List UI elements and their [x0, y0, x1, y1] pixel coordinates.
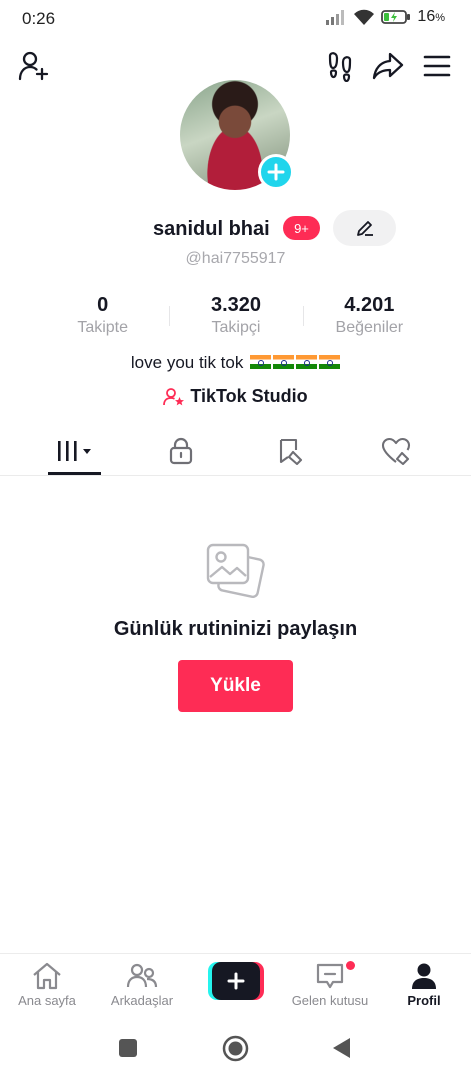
upload-button[interactable]: Yükle	[178, 660, 293, 712]
pencil-icon	[356, 221, 373, 236]
stat-value: 4.201	[344, 294, 395, 316]
menu-button[interactable]	[419, 48, 455, 84]
bottom-navigation: Ana sayfa Arkadaşlar Gelen kutusu Profil	[0, 953, 471, 1019]
stat-value: 0	[97, 294, 109, 316]
tab-liked[interactable]	[366, 426, 426, 476]
plus-icon	[227, 972, 245, 990]
battery-icon	[381, 10, 411, 24]
inbox-icon	[316, 963, 344, 989]
tab-private[interactable]	[151, 426, 211, 476]
stat-followers[interactable]: 3.320 Takipçi	[169, 294, 302, 342]
wifi-icon	[354, 9, 375, 25]
nav-friends[interactable]: Arkadaşlar	[95, 962, 189, 1008]
bio-text: love you tik tok	[130, 353, 244, 372]
share-icon	[372, 52, 404, 80]
india-flag-icon	[273, 355, 295, 369]
stats-row: 0 Takipte 3.320 Takipçi 4.201 Beğeniler	[36, 294, 436, 342]
back-triangle-icon[interactable]	[332, 1037, 352, 1059]
stat-value: 3.320	[210, 294, 262, 316]
tab-videos[interactable]	[45, 426, 105, 476]
username: sanidul bhai	[153, 218, 270, 240]
liked-heart-icon	[381, 437, 411, 465]
nav-home[interactable]: Ana sayfa	[0, 962, 94, 1008]
avatar-container[interactable]	[180, 80, 294, 190]
tab-reposts[interactable]	[260, 426, 320, 476]
nav-home-label: Ana sayfa	[18, 993, 76, 1008]
status-time: 0:26	[22, 9, 56, 28]
share-profile-button[interactable]	[370, 48, 406, 84]
status-icons: 16%	[325, 8, 445, 26]
tiktok-studio-link[interactable]: TikTok Studio	[0, 386, 471, 407]
stat-following[interactable]: 0 Takipte	[36, 294, 169, 342]
notification-badge[interactable]: 9+	[283, 216, 320, 240]
top-bar	[0, 48, 471, 84]
name-row: sanidul bhai 9+	[0, 210, 471, 248]
signal-icon	[326, 10, 345, 25]
india-flag-icon	[319, 355, 341, 369]
stat-likes[interactable]: 4.201 Beğeniler	[302, 294, 436, 342]
videos-grid-icon	[58, 441, 91, 461]
footprints-button[interactable]	[322, 48, 358, 84]
recents-square-icon[interactable]	[118, 1038, 138, 1058]
footprints-icon	[328, 52, 352, 82]
stat-label: Takipçi	[211, 319, 261, 336]
stat-label: Takipte	[77, 319, 129, 336]
add-friend-icon	[18, 51, 49, 81]
menu-icon	[423, 55, 451, 77]
nav-inbox-label: Gelen kutusu	[291, 993, 369, 1008]
empty-state-title: Günlük rutininizi paylaşın	[113, 618, 358, 640]
india-flag-icon	[296, 355, 318, 369]
reposts-icon	[279, 438, 303, 465]
status-bar: 0:26 16%	[0, 0, 471, 36]
content-tabs	[0, 426, 471, 476]
photo-stack-icon	[204, 540, 266, 602]
india-flag-icon	[250, 355, 272, 369]
create-button[interactable]	[208, 962, 264, 1000]
studio-label: TikTok Studio	[190, 386, 308, 406]
nav-friends-label: Arkadaşlar	[110, 993, 174, 1008]
private-lock-icon	[169, 437, 193, 465]
battery-text: 16%	[417, 8, 445, 25]
inbox-notification-dot	[346, 961, 355, 970]
friends-icon	[126, 963, 158, 988]
home-icon	[33, 962, 61, 990]
plus-icon	[267, 163, 285, 181]
edit-profile-button[interactable]	[333, 210, 396, 246]
user-handle: @hai7755917	[185, 250, 286, 267]
add-friend-button[interactable]	[15, 48, 51, 84]
add-story-button[interactable]	[258, 154, 294, 190]
system-navigation	[0, 1020, 471, 1080]
bio: love you tik tok	[0, 353, 471, 373]
profile-icon	[412, 963, 436, 989]
home-circle-icon[interactable]	[222, 1035, 249, 1062]
nav-profile-label: Profil	[407, 993, 441, 1008]
active-tab-indicator	[48, 472, 101, 475]
nav-inbox[interactable]: Gelen kutusu	[283, 962, 377, 1008]
stat-label: Beğeniler	[335, 319, 404, 336]
studio-user-star-icon	[163, 387, 185, 405]
nav-profile[interactable]: Profil	[377, 962, 471, 1008]
